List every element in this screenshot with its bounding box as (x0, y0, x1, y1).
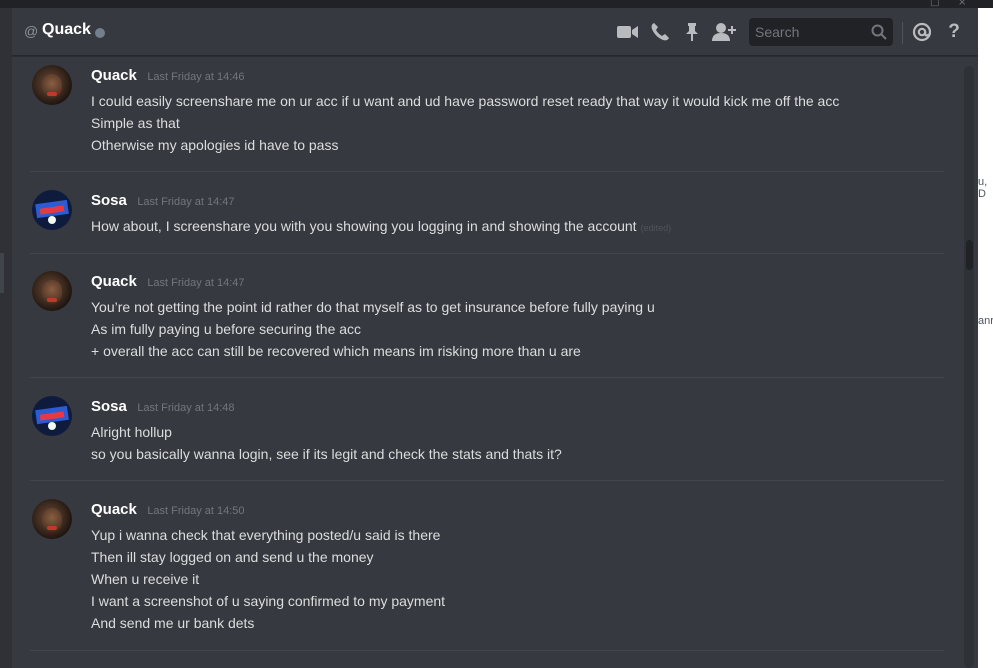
username[interactable]: Sosa (91, 192, 127, 209)
message-divider (30, 377, 944, 378)
message-text: When u receive it (91, 571, 200, 587)
timestamp: Last Friday at 14:46 (147, 71, 245, 83)
message-header: Sosa Last Friday at 14:48 (91, 398, 235, 416)
background-window-text: u, D (978, 176, 988, 200)
mention-icon[interactable] (910, 20, 934, 44)
message-lines: Alright hollup so you basically wanna lo… (91, 421, 562, 465)
message-divider (30, 171, 944, 172)
timestamp: Last Friday at 14:48 (137, 402, 235, 414)
message-text: Yup i wanna check that everything posted… (91, 527, 441, 543)
message-lines: Yup i wanna check that everything posted… (91, 524, 445, 634)
message-text: + overall the acc can still be recovered… (91, 343, 581, 359)
scrollbar-track[interactable] (964, 66, 974, 668)
message-divider (30, 253, 944, 254)
timestamp: Last Friday at 14:47 (147, 277, 245, 289)
message-text: Alright hollup (91, 424, 172, 440)
message-header: Sosa Last Friday at 14:47 (91, 192, 235, 210)
chat-window: @ Quack ? Quack Last Frida (12, 8, 978, 668)
edited-label: (edited) (640, 223, 672, 233)
timestamp: Last Friday at 14:47 (137, 196, 235, 208)
search-icon[interactable] (871, 24, 887, 40)
message-line: How about, I screenshare you with you sh… (91, 215, 671, 237)
pin-icon[interactable] (680, 20, 704, 44)
add-friend-icon[interactable] (712, 20, 736, 44)
message-divider (30, 480, 944, 481)
username[interactable]: Sosa (91, 398, 127, 415)
username[interactable]: Quack (91, 501, 137, 518)
message-header: Quack Last Friday at 14:47 (91, 273, 245, 291)
message-header: Quack Last Friday at 14:50 (91, 501, 245, 519)
at-icon: @ (24, 23, 39, 39)
status-indicator (95, 28, 105, 38)
message-divider (30, 650, 944, 651)
message-text: How about, I screenshare you with you sh… (91, 218, 637, 234)
message-header: Quack Last Friday at 14:46 (91, 67, 245, 85)
timestamp: Last Friday at 14:50 (147, 505, 245, 517)
username[interactable]: Quack (91, 67, 137, 84)
message-text: I could easily screenshare me on ur acc … (91, 93, 840, 109)
channel-header: @ Quack ? (12, 8, 978, 56)
message-text: You’re not getting the point id rather d… (91, 299, 655, 315)
header-divider (902, 22, 903, 44)
message-lines: How about, I screenshare you with you sh… (91, 215, 671, 237)
avatar[interactable] (32, 65, 72, 105)
message-text: As im fully paying u before securing the… (91, 321, 362, 337)
avatar[interactable] (32, 499, 72, 539)
message-text: Otherwise my apologies id have to pass (91, 137, 339, 153)
message-text: so you basically wanna login, see if its… (91, 446, 562, 462)
channel-name: Quack (42, 21, 91, 38)
username[interactable]: Quack (91, 273, 137, 290)
sidebar-edge-indicator (0, 253, 4, 293)
message-lines: I could easily screenshare me on ur acc … (91, 90, 839, 156)
maximize-icon[interactable]: □ (930, 0, 939, 8)
message-text: Then ill stay logged on and send u the m… (91, 549, 374, 565)
close-icon[interactable]: × (958, 0, 966, 8)
background-window-text: anr (978, 315, 993, 327)
window-title-bar: □ × (0, 0, 993, 8)
message-list: Quack Last Friday at 14:46 I could easil… (12, 57, 962, 668)
left-sidebar-edge (0, 8, 12, 668)
scrollbar-thumb[interactable] (966, 240, 973, 270)
message-text: I want a screenshot of u saying confirme… (91, 593, 446, 609)
search-bar[interactable] (749, 18, 893, 46)
message-text: Simple as that (91, 115, 180, 131)
video-call-icon[interactable] (616, 20, 640, 44)
avatar[interactable] (32, 396, 72, 436)
message-text: And send me ur bank dets (91, 615, 255, 631)
search-input[interactable] (749, 18, 867, 46)
help-icon[interactable]: ? (942, 20, 966, 44)
avatar[interactable] (32, 190, 72, 230)
avatar[interactable] (32, 271, 72, 311)
message-lines: You’re not getting the point id rather d… (91, 296, 655, 362)
voice-call-icon[interactable] (648, 20, 672, 44)
